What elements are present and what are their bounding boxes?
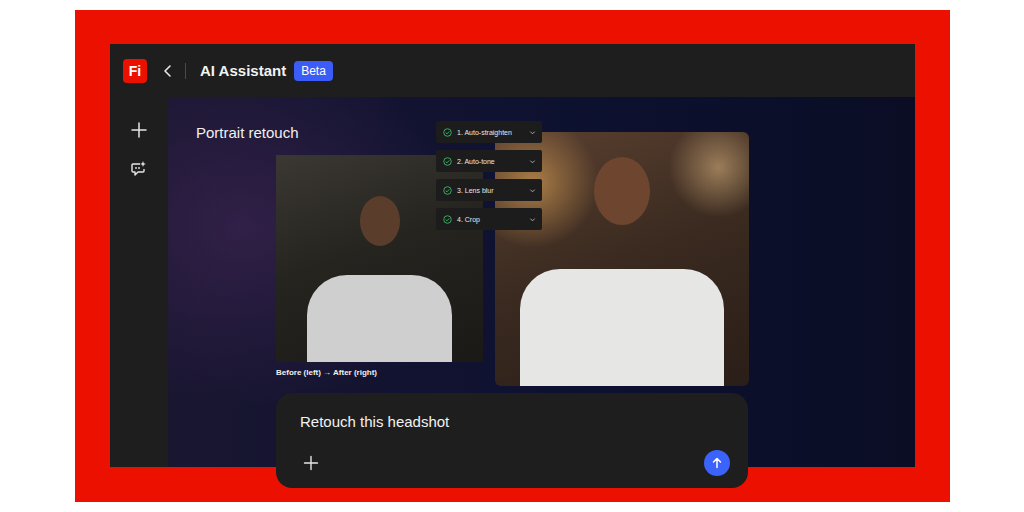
prompt-actions [300, 450, 730, 476]
check-circle-icon [443, 186, 452, 195]
person-body [520, 269, 723, 386]
app-logo[interactable]: Fi [123, 59, 147, 83]
prompt-box[interactable]: Retouch this headshot [276, 393, 748, 488]
sidebar [110, 97, 168, 467]
steps-list: 1. Auto-straighten 2. Auto-tone 3. Lens bl… [436, 121, 542, 230]
arrow-up-icon [711, 457, 723, 469]
chat-sparkle-icon[interactable] [130, 160, 148, 178]
send-button[interactable] [704, 450, 730, 476]
app-title: AI Assistant [200, 62, 286, 79]
person-head [594, 157, 650, 225]
person-body [307, 275, 452, 362]
chevron-down-icon[interactable] [529, 216, 536, 223]
step-item[interactable]: 1. Auto-straighten [436, 121, 542, 143]
step-item[interactable]: 3. Lens blur [436, 179, 542, 201]
step-item[interactable]: 2. Auto-tone [436, 150, 542, 172]
red-frame: FiAI AssistantBetaPortrait retouchBefore… [75, 10, 950, 502]
chevron-down-icon[interactable] [529, 129, 536, 136]
step-item[interactable]: 4. Crop [436, 208, 542, 230]
chevron-down-icon[interactable] [529, 187, 536, 194]
check-circle-icon [443, 215, 452, 224]
chevron-down-icon[interactable] [529, 158, 536, 165]
person-head [360, 196, 400, 246]
add-plus-icon[interactable] [303, 455, 319, 471]
comparison-caption: Before (left) → After (right) [276, 368, 483, 377]
new-chat-plus-icon[interactable] [131, 122, 147, 138]
check-circle-icon [443, 128, 452, 137]
page: FiAI AssistantBetaPortrait retouchBefore… [0, 0, 1024, 512]
back-chevron-icon[interactable] [161, 64, 175, 78]
beta-badge: Beta [294, 61, 333, 81]
check-circle-icon [443, 157, 452, 166]
divider [185, 63, 186, 79]
prompt-input[interactable]: Retouch this headshot [300, 412, 730, 432]
top-bar: Fi AI Assistant Beta [110, 44, 915, 97]
